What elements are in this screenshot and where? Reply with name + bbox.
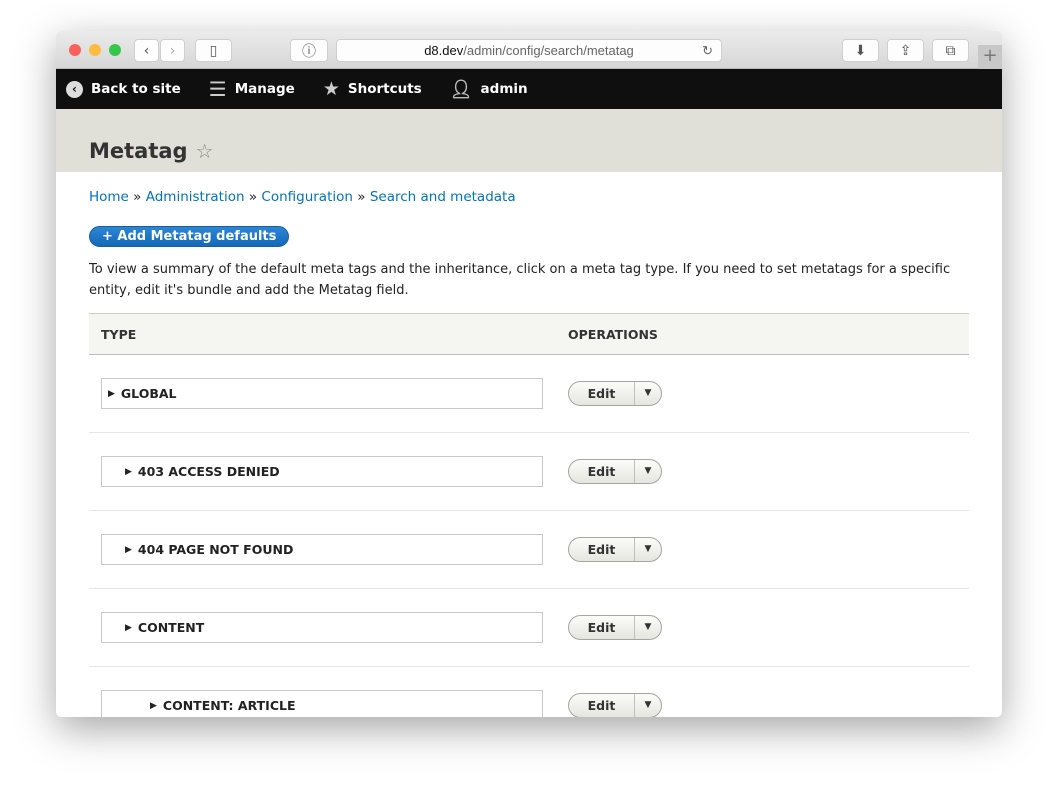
sidebar-toggle-button[interactable]: ▯ <box>195 39 232 62</box>
address-bar[interactable]: d8.dev/admin/config/search/metatag ↻ <box>336 39 722 62</box>
separator: » <box>357 189 366 205</box>
operations-dropbutton: Edit ▼ <box>568 693 662 717</box>
type-label: CONTENT <box>137 620 205 635</box>
triangle-right-icon: ▶ <box>150 700 157 711</box>
forward-nav-button[interactable]: › <box>160 39 185 62</box>
breadcrumb: Home » Administration » Configuration » … <box>89 189 969 205</box>
operations-dropbutton: Edit ▼ <box>568 537 662 562</box>
reload-icon[interactable]: ↻ <box>702 40 713 61</box>
minimize-icon[interactable] <box>89 44 101 56</box>
type-label: 403 ACCESS DENIED <box>137 464 280 479</box>
shortcuts-link[interactable]: ★ Shortcuts <box>323 78 422 100</box>
type-details-toggle[interactable]: ▶ 403 ACCESS DENIED <box>101 456 543 487</box>
table-row: ▶ 403 ACCESS DENIED Edit ▼ <box>89 432 969 511</box>
operations-dropbutton: Edit ▼ <box>568 381 662 406</box>
maximize-icon[interactable] <box>109 44 121 56</box>
star-outline-icon[interactable]: ☆ <box>196 139 214 163</box>
back-nav-button[interactable]: ‹ <box>134 39 159 62</box>
type-details-toggle[interactable]: ▶ 404 PAGE NOT FOUND <box>101 534 543 565</box>
privacy-icon[interactable]: ⓘ <box>290 39 328 62</box>
edit-button[interactable]: Edit <box>569 616 635 639</box>
admin-toolbar: ‹ Back to site ☰ Manage ★ Shortcuts 👤︎ admin <box>56 69 1002 109</box>
header-type: TYPE <box>89 313 556 355</box>
chevron-down-icon[interactable]: ▼ <box>635 460 661 483</box>
edit-button[interactable]: Edit <box>569 460 635 483</box>
new-tab-button[interactable]: + <box>978 45 1002 69</box>
star-icon: ★ <box>322 78 340 100</box>
edit-button[interactable]: Edit <box>569 538 635 561</box>
browser-window: ‹ › ▯ ⓘ d8.dev/admin/config/search/metat… <box>56 31 1002 717</box>
chevron-down-icon[interactable]: ▼ <box>635 694 661 717</box>
header-operations: OPERATIONS <box>556 313 969 355</box>
operations-dropbutton: Edit ▼ <box>568 459 662 484</box>
chevron-down-icon[interactable]: ▼ <box>635 616 661 639</box>
user-link[interactable]: 👤︎ admin <box>450 79 528 100</box>
type-label: 404 PAGE NOT FOUND <box>137 542 294 557</box>
type-label: GLOBAL <box>120 386 177 401</box>
table-row: ▶ CONTENT: ARTICLE Edit ▼ <box>89 666 969 717</box>
edit-button[interactable]: Edit <box>569 382 635 405</box>
type-details-toggle[interactable]: ▶ CONTENT: ARTICLE <box>101 690 543 717</box>
menu-icon: ☰ <box>208 77 227 101</box>
page-title: Metatag <box>89 139 188 163</box>
chevron-left-circle-icon: ‹ <box>66 80 83 98</box>
table-row: ▶ CONTENT Edit ▼ <box>89 588 969 667</box>
manage-link[interactable]: ☰ Manage <box>209 77 295 101</box>
close-icon[interactable] <box>69 44 81 56</box>
title-bar: ‹ › ▯ ⓘ d8.dev/admin/config/search/metat… <box>56 31 1002 69</box>
triangle-right-icon: ▶ <box>125 544 132 555</box>
breadcrumb-home[interactable]: Home <box>89 189 129 205</box>
separator: » <box>248 189 258 205</box>
back-label: Back to site <box>91 81 181 97</box>
breadcrumb-configuration[interactable]: Configuration <box>261 189 353 205</box>
page-header: Metatag ☆ <box>56 109 1002 172</box>
url-path: /admin/config/search/metatag <box>463 43 634 58</box>
type-details-toggle[interactable]: ▶ GLOBAL <box>101 378 543 409</box>
metatag-table: TYPE OPERATIONS ▶ GLOBAL Edit ▼ ▶ 403 ACCESS D… <box>89 313 969 717</box>
triangle-right-icon: ▶ <box>108 388 115 399</box>
breadcrumb-search-metadata[interactable]: Search and metadata <box>370 189 516 205</box>
breadcrumb-administration[interactable]: Administration <box>146 189 245 205</box>
chevron-down-icon[interactable]: ▼ <box>635 382 661 405</box>
tabs-icon[interactable]: ⧉ <box>932 39 969 62</box>
type-label: CONTENT: ARTICLE <box>162 698 296 713</box>
edit-button[interactable]: Edit <box>569 694 635 717</box>
type-details-toggle[interactable]: ▶ CONTENT <box>101 612 543 643</box>
user-icon: 👤︎ <box>449 78 473 100</box>
download-icon[interactable]: ⬇ <box>842 39 879 62</box>
operations-dropbutton: Edit ▼ <box>568 615 662 640</box>
user-label: admin <box>480 81 528 97</box>
shortcuts-label: Shortcuts <box>347 81 422 97</box>
table-row: ▶ GLOBAL Edit ▼ <box>89 354 969 433</box>
add-metatag-defaults-button[interactable]: + Add Metatag defaults <box>89 226 290 247</box>
triangle-right-icon: ▶ <box>125 622 132 633</box>
back-to-site-link[interactable]: ‹ Back to site <box>66 80 181 98</box>
chevron-down-icon[interactable]: ▼ <box>635 538 661 561</box>
separator: » <box>133 189 142 205</box>
url-host: d8.dev <box>424 43 464 58</box>
triangle-right-icon: ▶ <box>125 466 132 477</box>
manage-label: Manage <box>234 81 295 97</box>
share-icon[interactable]: ⇪ <box>887 39 924 62</box>
table-row: ▶ 404 PAGE NOT FOUND Edit ▼ <box>89 510 969 589</box>
main-content: Home » Administration » Configuration » … <box>56 172 1002 717</box>
description: To view a summary of the default meta ta… <box>89 262 951 298</box>
